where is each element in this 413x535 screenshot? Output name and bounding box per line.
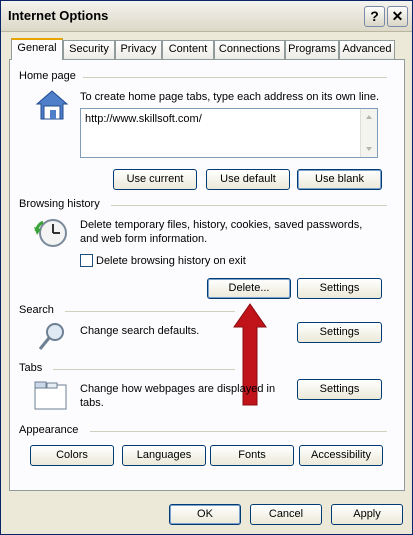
home-page-description: To create home page tabs, type each addr…: [80, 91, 380, 103]
tabs-group-label: Tabs: [19, 362, 43, 374]
divider: [83, 77, 387, 78]
help-icon: ?: [370, 8, 379, 24]
cancel-button[interactable]: Cancel: [250, 504, 322, 525]
title-bar[interactable]: Internet Options ? ✕: [1, 1, 412, 32]
delete-history-on-exit-checkbox[interactable]: [80, 254, 93, 267]
tab-programs[interactable]: Programs: [285, 40, 339, 59]
browsing-history-description-line-2: and web form information.: [80, 233, 208, 245]
search-settings-button[interactable]: Settings: [297, 322, 382, 343]
close-icon: ✕: [391, 8, 404, 24]
use-default-button[interactable]: Use default: [206, 169, 290, 190]
browsing-history-settings-button[interactable]: Settings: [297, 278, 382, 299]
accessibility-button[interactable]: Accessibility: [299, 445, 383, 466]
window-title: Internet Options: [8, 8, 109, 23]
tabs-description-line-1: Change how webpages are displayed in: [80, 383, 276, 395]
divider: [65, 311, 235, 312]
home-page-url: http://www.skillsoft.com/: [85, 113, 202, 125]
home-icon: [35, 90, 69, 120]
divider: [90, 431, 387, 432]
use-current-button[interactable]: Use current: [113, 169, 197, 190]
appearance-group-label: Appearance: [19, 424, 79, 436]
delete-history-on-exit-label[interactable]: Delete browsing history on exit: [96, 254, 246, 268]
home-page-url-box[interactable]: http://www.skillsoft.com/: [80, 108, 378, 158]
delete-button[interactable]: Delete...: [207, 278, 291, 299]
history-clock-icon: [34, 219, 67, 247]
tabs-window-icon: [34, 381, 67, 410]
scrollbar[interactable]: [360, 109, 377, 157]
tab-content[interactable]: Content: [162, 40, 214, 59]
tab-general[interactable]: General: [11, 38, 63, 60]
use-blank-button[interactable]: Use blank: [297, 169, 382, 190]
languages-button[interactable]: Languages: [122, 445, 206, 466]
browsing-history-group-label: Browsing history: [19, 198, 100, 210]
scroll-arrows-icon: [366, 115, 372, 151]
divider: [111, 205, 387, 206]
tab-privacy[interactable]: Privacy: [115, 40, 162, 59]
colors-button[interactable]: Colors: [30, 445, 114, 466]
tab-advanced[interactable]: Advanced: [339, 40, 395, 59]
tab-security[interactable]: Security: [63, 40, 115, 59]
ok-button[interactable]: OK: [169, 504, 241, 525]
tabs-settings-button[interactable]: Settings: [297, 379, 382, 400]
internet-options-window: Internet Options ? ✕ General Security Pr…: [0, 0, 413, 535]
tab-connections[interactable]: Connections: [214, 40, 285, 59]
search-description: Change search defaults.: [80, 325, 200, 337]
search-magnifier-icon: [38, 323, 64, 350]
help-button[interactable]: ?: [364, 6, 385, 27]
close-button[interactable]: ✕: [387, 6, 408, 27]
home-page-group-label: Home page: [19, 70, 76, 82]
tabs-description-line-2: tabs.: [80, 397, 104, 409]
apply-button[interactable]: Apply: [331, 504, 403, 525]
divider: [53, 369, 235, 370]
browsing-history-description-line-1: Delete temporary files, history, cookies…: [80, 219, 363, 231]
search-group-label: Search: [19, 304, 54, 316]
fonts-button[interactable]: Fonts: [210, 445, 294, 466]
